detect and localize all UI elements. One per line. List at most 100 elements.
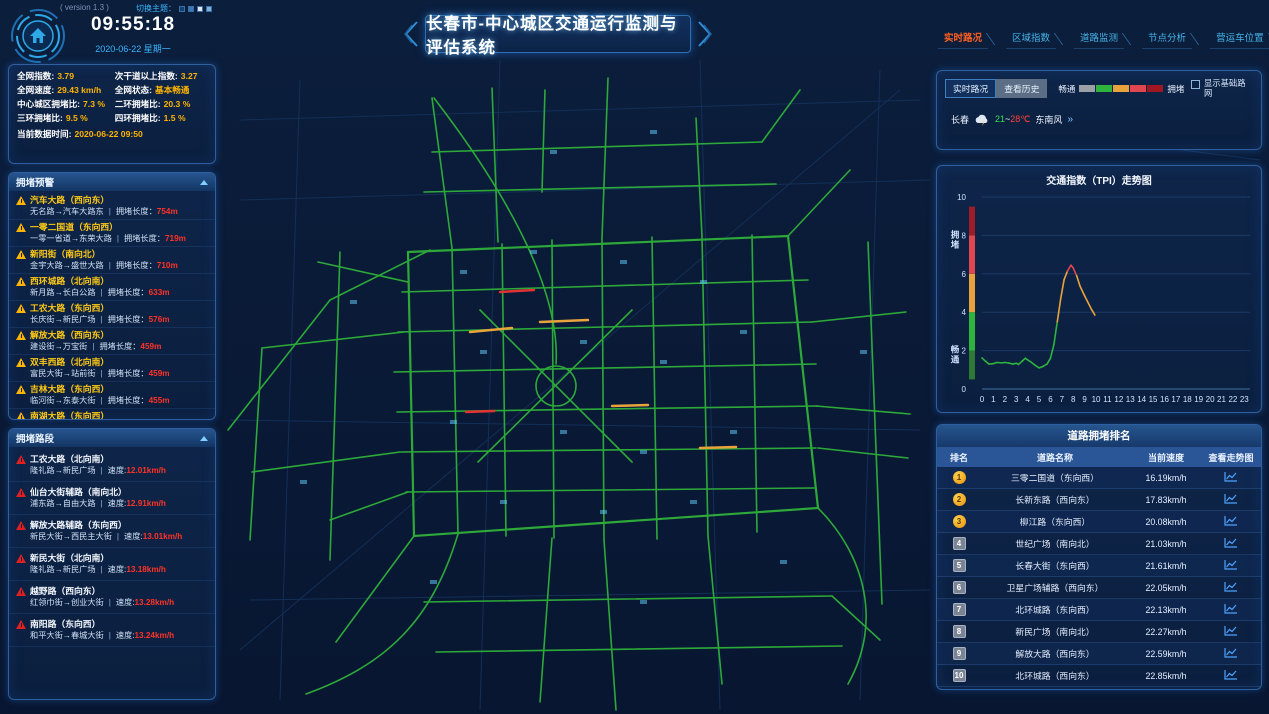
- nav-item-node-analysis[interactable]: 节点分析: [1142, 28, 1192, 49]
- rank-badge: 2: [953, 493, 966, 506]
- theme-label: 切换主题：: [136, 3, 176, 14]
- nav-item-fleet-location[interactable]: 营运车位置: [1210, 28, 1269, 49]
- warning-list: 汽车大路（西向东） 无名路→汽车大路东|拥堵长度：754m 一零二国道（东向西）…: [9, 191, 215, 419]
- home-logo[interactable]: [10, 8, 66, 64]
- congested-item[interactable]: 越野路（西向东） 红领巾街→创业大街|速度:13.28km/h: [9, 581, 215, 614]
- road-name: 新民广场（南向北）: [981, 625, 1129, 638]
- warning-triangle-icon: [16, 196, 26, 205]
- checkbox-icon[interactable]: [1191, 80, 1200, 89]
- warning-item[interactable]: 工农大路（东向西） 长庆街→新民广场|拥堵长度：576m: [9, 301, 215, 328]
- length-label: 拥堵长度：: [124, 234, 165, 243]
- trend-chart-icon[interactable]: [1203, 581, 1259, 594]
- collapse-icon[interactable]: [200, 436, 208, 441]
- trend-chart-icon[interactable]: [1203, 471, 1259, 484]
- title-right-ornament: [697, 21, 713, 47]
- length-value: 754m: [157, 207, 178, 216]
- theme-swatch[interactable]: [197, 6, 203, 12]
- warning-item[interactable]: 一零二国道（东向西） 一零一省道→东荣大路|拥堵长度：719m: [9, 220, 215, 247]
- separator: |: [92, 342, 94, 351]
- svg-text:14: 14: [1137, 395, 1146, 404]
- warning-route: 长庆街→新民广场: [30, 315, 96, 324]
- warning-triangle-icon: [16, 277, 26, 286]
- theme-swatch[interactable]: [188, 6, 194, 12]
- separator: |: [109, 261, 111, 270]
- trend-chart-icon[interactable]: [1203, 537, 1259, 550]
- current-speed: 22.05km/h: [1129, 583, 1203, 593]
- nav-item-realtime[interactable]: 实时路况: [938, 28, 988, 49]
- warning-item[interactable]: 南湖大路（东向西） 南湖新村中街→南湖广场|拥堵长度：438m: [9, 409, 215, 419]
- warning-road-name: 吉林大路（东向西）: [30, 384, 109, 394]
- speed-value: 13.28km/h: [135, 598, 175, 607]
- speed-label: 速度:: [108, 499, 127, 508]
- legend-chip: [1096, 85, 1112, 92]
- warning-item[interactable]: 新阳街（南向北） 金宇大路→盛世大路|拥堵长度：710m: [9, 247, 215, 274]
- speed-value: 12.91km/h: [126, 499, 166, 508]
- legend-chip: [1147, 85, 1163, 92]
- table-row: 3 柳江路（东向西） 20.08km/h: [937, 511, 1261, 533]
- speed-label: 速度:: [124, 532, 143, 541]
- base-network-checkbox[interactable]: 显示基础路网: [1191, 79, 1253, 98]
- rank-badge: 3: [953, 515, 966, 528]
- theme-switcher[interactable]: 切换主题：: [136, 3, 212, 14]
- stat-value: 3.27: [181, 71, 198, 81]
- stat-label: 全网状态:: [115, 85, 152, 95]
- tab-history[interactable]: 查看历史: [996, 79, 1047, 98]
- warning-item[interactable]: 吉林大路（东向西） 临河街→东泰大街|拥堵长度：455m: [9, 382, 215, 409]
- road-name: 长新东路（西向东）: [981, 493, 1129, 506]
- collapse-icon[interactable]: [200, 180, 208, 185]
- warning-item[interactable]: 汽车大路（西向东） 无名路→汽车大路东|拥堵长度：754m: [9, 193, 215, 220]
- congested-item[interactable]: 新民大街（北向南） 隆礼路→新民广场|速度:13.18km/h: [9, 548, 215, 581]
- current-speed: 22.59km/h: [1129, 649, 1203, 659]
- chart-title: 交通指数（TPI）走势图: [937, 172, 1261, 187]
- alert-triangle-icon: [16, 554, 26, 563]
- table-row: 7 北环城路（东向西） 22.13km/h: [937, 599, 1261, 621]
- congested-item[interactable]: 解放大路辅路（东向西） 新民大街→西民主大街|速度:13.01km/h: [9, 515, 215, 548]
- theme-swatch[interactable]: [206, 6, 212, 12]
- theme-swatch[interactable]: [179, 6, 185, 12]
- tab-realtime[interactable]: 实时路况: [945, 79, 996, 98]
- weather-more-icon[interactable]: »: [1067, 114, 1073, 125]
- stat-label: 次干道以上指数:: [115, 71, 178, 81]
- stat-label: 四环拥堵比:: [115, 113, 161, 123]
- warning-road-name: 南湖大路（东向西）: [30, 411, 109, 419]
- trend-chart-icon[interactable]: [1203, 603, 1259, 616]
- alert-triangle-icon: [16, 620, 26, 629]
- current-speed: 22.85km/h: [1129, 671, 1203, 681]
- nav-item-region-index[interactable]: 区域指数: [1006, 28, 1056, 49]
- trend-chart-icon[interactable]: [1203, 669, 1259, 682]
- speed-value: 13.01km/h: [143, 532, 183, 541]
- legend-smooth-label: 畅通: [1058, 83, 1075, 95]
- alert-triangle-icon: [16, 455, 26, 464]
- svg-text:12: 12: [1114, 395, 1123, 404]
- rank-badge: 9: [953, 647, 966, 660]
- warning-road-name: 新阳街（南向北）: [30, 249, 100, 259]
- svg-text:4: 4: [1025, 395, 1030, 404]
- svg-text:17: 17: [1171, 395, 1180, 404]
- current-speed: 22.13km/h: [1129, 605, 1203, 615]
- warning-item[interactable]: 双丰西路（北向南） 富民大街→站前街|拥堵长度：459m: [9, 355, 215, 382]
- trend-chart-icon[interactable]: [1203, 647, 1259, 660]
- trend-chart-icon[interactable]: [1203, 493, 1259, 506]
- svg-text:20: 20: [1206, 395, 1215, 404]
- warning-road-name: 工农大路（东向西）: [30, 303, 109, 313]
- separator: |: [117, 532, 119, 541]
- nav-item-road-monitor[interactable]: 道路监测: [1074, 28, 1124, 49]
- warning-item[interactable]: 西环城路（北向南） 新月路→长白公路|拥堵长度：633m: [9, 274, 215, 301]
- road-name: 柳江路（东向西）: [981, 515, 1129, 528]
- stat-value: 3.79: [57, 71, 74, 81]
- svg-text:18: 18: [1183, 395, 1192, 404]
- stat-value: 基本畅通: [155, 85, 189, 95]
- stat-label: 中心城区拥堵比:: [17, 99, 80, 109]
- length-value: 459m: [140, 342, 161, 351]
- warning-item[interactable]: 解放大路（西向东） 建设街→万宝街|拥堵长度：459m: [9, 328, 215, 355]
- trend-chart-icon[interactable]: [1203, 625, 1259, 638]
- congested-item[interactable]: 仙台大街辅路（南向北） 浦东路→自由大路|速度:12.91km/h: [9, 482, 215, 515]
- col-speed: 当前速度: [1129, 451, 1203, 464]
- congested-list: 工农大路（北向南） 隆礼路→新民广场|速度:12.01km/h 仙台大街辅路（南…: [9, 447, 215, 699]
- trend-chart-icon[interactable]: [1203, 515, 1259, 528]
- legend-chip: [1130, 85, 1146, 92]
- trend-chart-icon[interactable]: [1203, 559, 1259, 572]
- congested-item[interactable]: 南阳路（东向西） 和平大街→春城大街|速度:13.24km/h: [9, 614, 215, 647]
- congested-item[interactable]: 工农大路（北向南） 隆礼路→新民广场|速度:12.01km/h: [9, 449, 215, 482]
- svg-text:21: 21: [1217, 395, 1226, 404]
